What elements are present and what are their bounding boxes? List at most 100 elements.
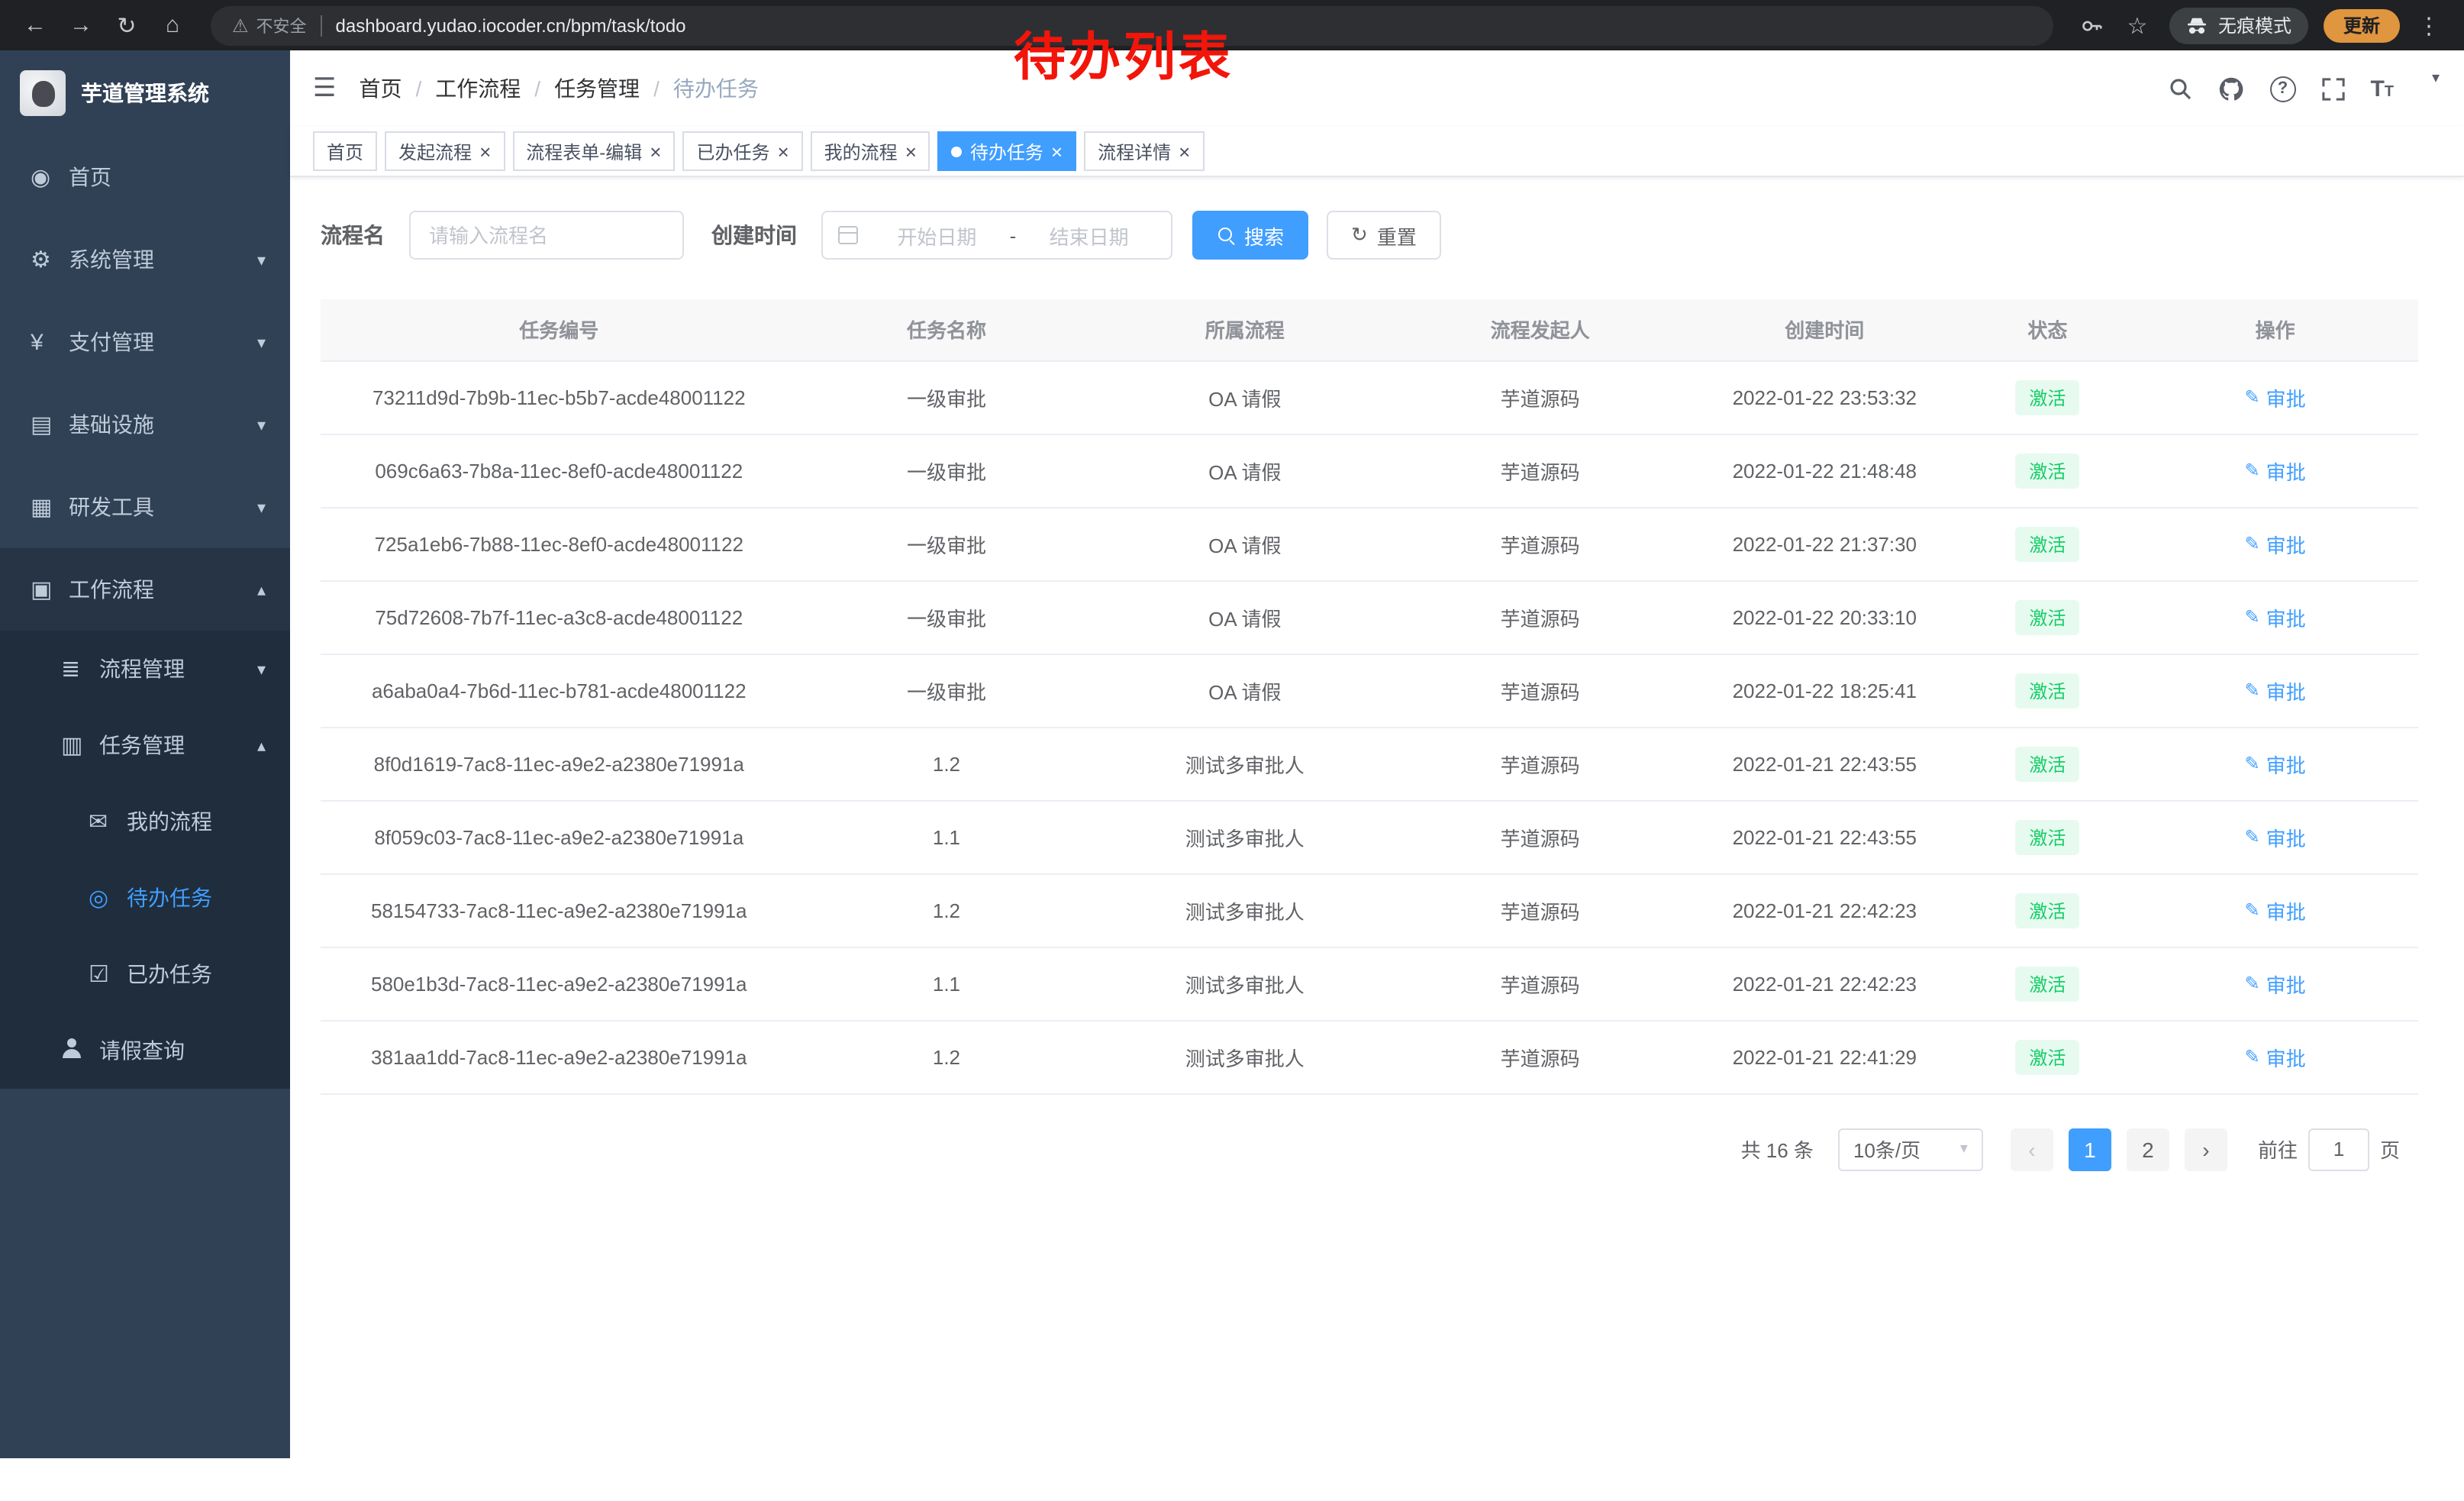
sidebar-item-payment-mgmt[interactable]: ¥ 支付管理 ▾ — [0, 301, 290, 383]
search-button[interactable]: 搜索 — [1192, 211, 1308, 260]
sidebar-item-process-mgmt[interactable]: ≣ 流程管理 ▾ — [0, 631, 290, 707]
sidebar-item-label: 已办任务 — [127, 959, 212, 989]
magnifier-icon — [1217, 226, 1235, 244]
cell-task-id: 58154733-7ac8-11ec-a9e2-a2380e71991a — [321, 873, 798, 947]
date-range-picker[interactable]: 开始日期 - 结束日期 — [821, 211, 1172, 260]
bookmark-star-icon[interactable]: ☆ — [2117, 5, 2157, 45]
goto-page-input[interactable] — [2308, 1128, 2369, 1170]
approve-link[interactable]: ✎ 审批 — [2245, 456, 2306, 485]
process-name-input[interactable] — [409, 211, 684, 260]
cell-task-name: 1.2 — [798, 1020, 1096, 1093]
app-logo[interactable]: 芋道管理系统 — [0, 50, 290, 136]
back-icon[interactable]: ← — [15, 5, 55, 45]
next-page-button[interactable]: › — [2185, 1128, 2227, 1170]
table-row: 069c6a63-7b8a-11ec-8ef0-acde48001122 一级审… — [321, 434, 2418, 507]
address-bar[interactable]: ⚠ 不安全 dashboard.yudao.iocoder.cn/bpm/tas… — [211, 5, 2053, 45]
page-url: dashboard.yudao.iocoder.cn/bpm/task/todo — [336, 15, 686, 36]
sidebar-item-dev-tools[interactable]: ▦ 研发工具 ▾ — [0, 466, 290, 548]
sidebar-item-todo-tasks[interactable]: ◎ 待办任务 — [0, 860, 290, 936]
password-key-icon[interactable] — [2072, 5, 2111, 45]
create-time-label: 创建时间 — [711, 220, 797, 250]
approve-link[interactable]: ✎ 审批 — [2245, 749, 2306, 778]
cell-initiator: 芋道源码 — [1394, 947, 1686, 1020]
tab-label: 待办任务 — [970, 138, 1043, 164]
sidebar-item-task-mgmt[interactable]: ▥ 任务管理 ▴ — [0, 707, 290, 783]
page-button-1[interactable]: 1 — [2069, 1128, 2111, 1170]
sidebar-item-system-mgmt[interactable]: ⚙ 系统管理 ▾ — [0, 218, 290, 301]
browser-menu-icon[interactable]: ⋮ — [2409, 5, 2449, 45]
cell-actions: ✎ 审批 — [2132, 434, 2418, 507]
cell-status: 激活 — [1963, 654, 2133, 727]
update-button[interactable]: 更新 — [2324, 8, 2400, 42]
breadcrumb-home[interactable]: 首页 — [360, 73, 402, 104]
col-process: 所属流程 — [1095, 299, 1394, 360]
tab-done-tasks[interactable]: 已办任务 × — [682, 131, 802, 171]
incognito-label: 无痕模式 — [2218, 12, 2291, 38]
help-icon[interactable]: ? — [2269, 76, 2295, 102]
cell-create-time: 2022-01-21 22:41:29 — [1686, 1020, 1963, 1093]
tab-process-detail[interactable]: 流程详情 × — [1084, 131, 1204, 171]
approve-link[interactable]: ✎ 审批 — [2245, 383, 2306, 412]
cell-task-id: 725a1eb6-7b88-11ec-8ef0-acde48001122 — [321, 507, 798, 580]
cell-create-time: 2022-01-22 18:25:41 — [1686, 654, 1963, 727]
home-icon[interactable]: ⌂ — [153, 5, 192, 45]
cell-status: 激活 — [1963, 507, 2133, 580]
github-icon[interactable] — [2217, 76, 2243, 102]
reload-icon[interactable]: ↻ — [107, 5, 147, 45]
forward-icon[interactable]: → — [61, 5, 101, 45]
tab-label: 首页 — [327, 138, 363, 164]
sidebar-item-workflow[interactable]: ▣ 工作流程 ▴ — [0, 548, 290, 631]
page-size-select[interactable]: 10条/页 ▾ — [1838, 1128, 1983, 1170]
tab-home[interactable]: 首页 — [313, 131, 377, 171]
reset-button[interactable]: ↻ 重置 — [1327, 211, 1441, 260]
approve-link[interactable]: ✎ 审批 — [2245, 676, 2306, 705]
tags-view-bar: 首页 发起流程 × 流程表单-编辑 × 已办任务 × 我的流程 × — [290, 127, 2464, 177]
approve-link[interactable]: ✎ 审批 — [2245, 1042, 2306, 1071]
page-button-2[interactable]: 2 — [2127, 1128, 2169, 1170]
col-initiator: 流程发起人 — [1394, 299, 1686, 360]
prev-page-button[interactable]: ‹ — [2011, 1128, 2053, 1170]
tab-close-icon[interactable]: × — [905, 141, 917, 161]
sidebar-item-home[interactable]: ◉ 首页 — [0, 136, 290, 218]
tab-close-icon[interactable]: × — [650, 141, 661, 161]
approve-link[interactable]: ✎ 审批 — [2245, 969, 2306, 998]
sidebar-item-my-processes[interactable]: ✉ 我的流程 — [0, 783, 290, 860]
security-warning[interactable]: ⚠ 不安全 — [232, 13, 307, 37]
chevron-up-icon: ▴ — [257, 579, 266, 599]
table-row: 75d72608-7b7f-11ec-a3c8-acde48001122 一级审… — [321, 580, 2418, 654]
tab-start-process[interactable]: 发起流程 × — [385, 131, 505, 171]
sidebar-item-infrastructure[interactable]: ▤ 基础设施 ▾ — [0, 383, 290, 466]
dashboard-icon: ◉ — [31, 163, 69, 191]
tab-my-processes[interactable]: 我的流程 × — [811, 131, 930, 171]
search-icon[interactable] — [2167, 76, 2191, 101]
chevron-down-icon: ▾ — [257, 415, 266, 434]
cell-process: OA 请假 — [1095, 507, 1394, 580]
tab-todo-tasks[interactable]: 待办任务 × — [938, 131, 1076, 171]
security-warning-label: 不安全 — [256, 13, 307, 37]
approve-link[interactable]: ✎ 审批 — [2245, 896, 2306, 925]
fullscreen-icon[interactable] — [2321, 77, 2344, 100]
tab-close-icon[interactable]: × — [479, 141, 491, 161]
eye-icon: ◎ — [89, 884, 127, 912]
sidebar-item-done-tasks[interactable]: ☑ 已办任务 — [0, 936, 290, 1012]
breadcrumb-workflow[interactable]: 工作流程 — [435, 73, 521, 104]
tab-close-icon[interactable]: × — [1179, 141, 1190, 161]
table-row: 58154733-7ac8-11ec-a9e2-a2380e71991a 1.2… — [321, 873, 2418, 947]
approve-link[interactable]: ✎ 审批 — [2245, 602, 2306, 631]
start-date-placeholder: 开始日期 — [870, 221, 1004, 250]
cell-status: 激活 — [1963, 1020, 2133, 1093]
cell-process: OA 请假 — [1095, 654, 1394, 727]
breadcrumb-task-mgmt[interactable]: 任务管理 — [554, 73, 640, 104]
tab-process-form-edit[interactable]: 流程表单-编辑 × — [512, 131, 675, 171]
sidebar-item-leave-query[interactable]: 请假查询 — [0, 1012, 290, 1089]
refresh-icon: ↻ — [1351, 223, 1368, 247]
cell-status: 激活 — [1963, 727, 2133, 800]
font-size-icon[interactable]: T T — [2370, 77, 2394, 100]
tab-close-icon[interactable]: × — [1051, 141, 1063, 161]
approve-link[interactable]: ✎ 审批 — [2245, 529, 2306, 558]
sidebar-toggle-icon[interactable]: ☰ — [313, 73, 337, 104]
approve-link[interactable]: ✎ 审批 — [2245, 822, 2306, 851]
cell-task-name: 一级审批 — [798, 507, 1096, 580]
tab-close-icon[interactable]: × — [777, 141, 789, 161]
filter-bar: 流程名 创建时间 开始日期 - 结束日期 搜索 ↻ — [321, 211, 2418, 260]
